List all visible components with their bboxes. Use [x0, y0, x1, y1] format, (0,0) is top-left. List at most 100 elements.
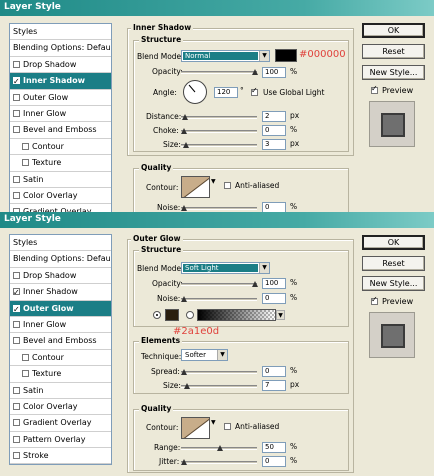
sidebar-item[interactable]: Bevel and Emboss: [10, 333, 111, 350]
chevron-down-icon[interactable]: ▼: [276, 310, 285, 320]
ok-button[interactable]: OK: [362, 235, 425, 250]
sidebar-item[interactable]: Color Overlay: [10, 188, 111, 205]
contour-picker[interactable]: [181, 176, 210, 198]
sidebar-item[interactable]: Inner Glow: [10, 106, 111, 123]
style-checkbox[interactable]: [13, 302, 20, 316]
glow-gradient-swatch[interactable]: [197, 309, 276, 321]
sidebar-item[interactable]: Satin: [10, 383, 111, 399]
gradient-radio[interactable]: [186, 311, 194, 319]
sidebar-item[interactable]: Contour: [10, 139, 111, 156]
preview-checkbox[interactable]: [371, 295, 378, 305]
sidebar-item[interactable]: Drop Shadow: [10, 268, 111, 285]
styles-header[interactable]: Styles: [10, 235, 111, 252]
style-checkbox[interactable]: [13, 386, 20, 394]
opacity-slider[interactable]: [181, 281, 258, 288]
chevron-down-icon[interactable]: ▼: [211, 178, 216, 185]
slider-thumb[interactable]: [252, 69, 258, 76]
sidebar-item[interactable]: Outer Glow: [10, 90, 111, 106]
noise-slider[interactable]: [181, 296, 257, 303]
technique-select[interactable]: Softer ▼: [181, 349, 228, 361]
sidebar-item[interactable]: Satin: [10, 172, 111, 188]
use-global-light-checkbox[interactable]: [251, 86, 258, 96]
reset-button[interactable]: Reset: [362, 256, 425, 271]
slider-thumb[interactable]: [217, 445, 223, 452]
style-checkbox[interactable]: [13, 320, 20, 328]
sidebar-item[interactable]: Texture: [10, 155, 111, 172]
chevron-down-icon[interactable]: ▼: [211, 419, 216, 426]
spread-input[interactable]: 0: [262, 366, 286, 377]
shadow-color-swatch[interactable]: [275, 49, 297, 62]
style-checkbox[interactable]: [13, 271, 20, 279]
spread-slider[interactable]: [181, 369, 257, 376]
size-input[interactable]: 3: [262, 139, 286, 150]
blend-mode-select[interactable]: Soft Light ▼: [181, 262, 270, 274]
style-checkbox[interactable]: [13, 191, 20, 199]
size-input[interactable]: 7: [262, 380, 286, 391]
distance-input[interactable]: 2: [262, 111, 286, 122]
slider-thumb[interactable]: [181, 459, 187, 466]
sidebar-item[interactable]: Blending Options: Default: [10, 251, 111, 268]
style-checkbox[interactable]: [13, 175, 20, 183]
opacity-input[interactable]: 100: [262, 278, 286, 289]
noise-slider[interactable]: [181, 205, 257, 212]
sidebar-item[interactable]: Color Overlay: [10, 399, 111, 416]
slider-thumb[interactable]: [181, 296, 187, 303]
solid-color-radio[interactable]: [153, 311, 161, 319]
angle-dial[interactable]: [183, 80, 207, 104]
slider-thumb[interactable]: [181, 205, 187, 212]
sidebar-item[interactable]: Pattern Overlay: [10, 432, 111, 449]
reset-button[interactable]: Reset: [362, 44, 425, 59]
sidebar-item[interactable]: Stroke: [10, 448, 111, 465]
style-checkbox[interactable]: [13, 109, 20, 117]
style-checkbox[interactable]: [13, 402, 20, 410]
sidebar-item[interactable]: Gradient Overlay: [10, 204, 111, 212]
distance-slider[interactable]: [181, 114, 257, 121]
size-slider[interactable]: [181, 142, 257, 149]
choke-input[interactable]: 0: [262, 125, 286, 136]
glow-color-swatch[interactable]: [165, 309, 179, 321]
sidebar-item[interactable]: Blending Options: Default: [10, 40, 111, 57]
anti-aliased-checkbox[interactable]: [224, 423, 231, 430]
sidebar-item[interactable]: Drop Shadow: [10, 57, 111, 74]
ok-button[interactable]: OK: [362, 23, 425, 38]
jitter-input[interactable]: 0: [262, 456, 286, 467]
slider-thumb[interactable]: [183, 142, 189, 149]
anti-aliased-checkbox[interactable]: [224, 182, 231, 189]
sidebar-item[interactable]: Texture: [10, 366, 111, 383]
jitter-slider[interactable]: [181, 459, 257, 466]
blend-mode-select[interactable]: Normal ▼: [181, 50, 270, 62]
noise-input[interactable]: 0: [262, 293, 286, 304]
slider-thumb[interactable]: [181, 369, 187, 376]
style-checkbox[interactable]: [13, 74, 20, 89]
opacity-slider[interactable]: [181, 69, 258, 76]
slider-thumb[interactable]: [184, 383, 190, 390]
title-bar[interactable]: Layer Style: [0, 212, 434, 228]
style-checkbox[interactable]: [13, 60, 20, 68]
style-checkbox[interactable]: [13, 419, 20, 427]
style-checkbox[interactable]: [22, 159, 29, 167]
sidebar-item[interactable]: Outer Glow: [10, 300, 111, 317]
sidebar-item[interactable]: Bevel and Emboss: [10, 122, 111, 139]
choke-slider[interactable]: [181, 128, 257, 135]
slider-thumb[interactable]: [182, 114, 188, 121]
angle-input[interactable]: 120: [214, 87, 238, 98]
range-input[interactable]: 50: [262, 442, 286, 453]
style-checkbox[interactable]: [13, 337, 20, 345]
sidebar-item[interactable]: Gradient Overlay: [10, 415, 111, 432]
new-style-button[interactable]: New Style...: [362, 65, 425, 80]
sidebar-item[interactable]: Inner Shadow: [10, 73, 111, 90]
slider-thumb[interactable]: [252, 281, 258, 288]
new-style-button[interactable]: New Style...: [362, 276, 425, 291]
slider-thumb[interactable]: [181, 128, 187, 135]
style-checkbox[interactable]: [22, 370, 29, 378]
style-checkbox[interactable]: [13, 452, 20, 460]
range-slider[interactable]: [181, 445, 257, 452]
styles-header[interactable]: Styles: [10, 24, 111, 41]
style-checkbox[interactable]: [13, 285, 20, 300]
noise-input[interactable]: 0: [262, 202, 286, 212]
contour-picker[interactable]: [181, 417, 210, 439]
style-checkbox[interactable]: [22, 353, 29, 361]
opacity-input[interactable]: 100: [262, 67, 286, 78]
preview-checkbox[interactable]: [371, 84, 378, 94]
sidebar-item[interactable]: Contour: [10, 350, 111, 367]
